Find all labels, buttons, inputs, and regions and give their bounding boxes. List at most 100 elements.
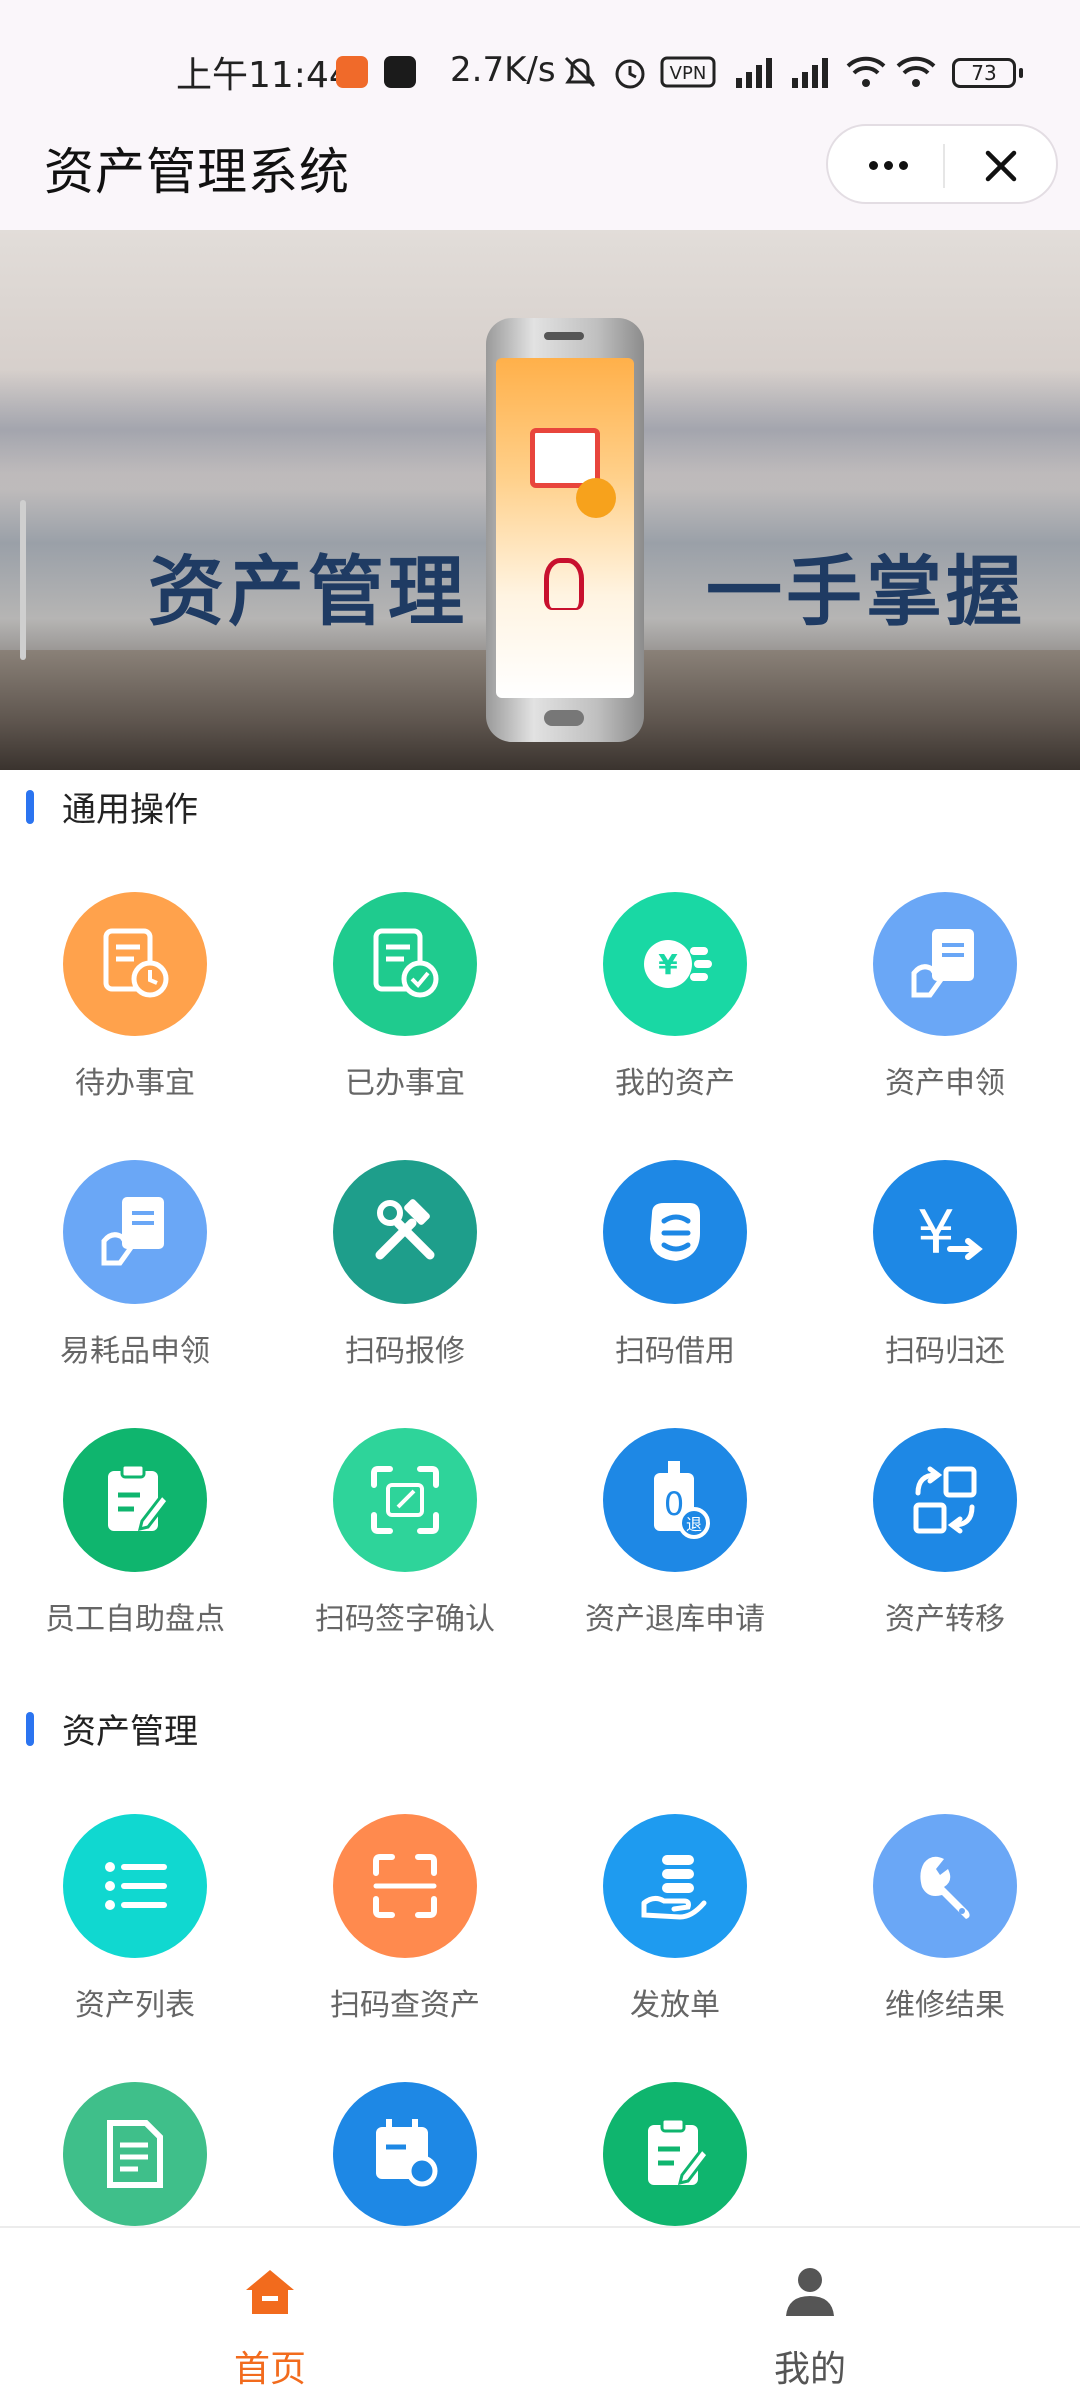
capsule-divider [943,144,945,188]
network-speed: 2.7K/s [450,50,556,90]
grid-item-scan-repair[interactable]: 扫码报修 [270,1160,540,1420]
grid-item-repair-result[interactable]: 维修结果 [810,1814,1080,2074]
tab-mine[interactable]: 我的 [540,2228,1080,2400]
todo-doc-clock-icon [63,892,207,1036]
grid-item-issue-order[interactable]: 发放单 [540,1814,810,2074]
close-button[interactable] [968,140,1034,192]
done-doc-check-icon [333,892,477,1036]
home-icon [246,2270,294,2314]
section-header-asset-management: 资产管理 [26,1704,198,1753]
hand-coin-icon [603,1160,747,1304]
grid-item-done[interactable]: 已办事宜 [270,892,540,1152]
grid-item-todo[interactable]: 待办事宜 [0,892,270,1152]
scan-frame-icon [333,1814,477,1958]
tag-return-icon: 0退 [603,1428,747,1572]
scan-sign-icon [333,1428,477,1572]
status-time: 上午11:44 [176,55,352,96]
battery-indicator: 73 [952,58,1023,88]
vpn-icon: VPN [660,56,716,88]
list-icon [63,1814,207,1958]
banner-text-right: 一手掌握 [706,547,1026,636]
section-title: 资产管理 [62,1712,198,1752]
grid-item-label: 资产申领 [885,1066,1005,1101]
svg-text:¥: ¥ [917,1198,955,1268]
more-button[interactable] [858,142,918,188]
mini-program-titlebar: 资产管理系统 [0,110,1080,230]
close-icon [985,150,1017,182]
tab-home[interactable]: 首页 [0,2228,540,2400]
grid-item-label: 扫码查资产 [330,1988,480,2023]
wifi-icon [846,56,886,87]
grid-item-asset-transfer[interactable]: 资产转移 [810,1428,1080,1688]
grid-item-label: 已办事宜 [345,1066,465,1101]
hand-stack-icon [603,1814,747,1958]
grid-item-my-assets[interactable]: ¥ 我的资产 [540,892,810,1152]
grid-item-label: 我的资产 [615,1066,735,1101]
page-title: 资产管理系统 [44,143,350,201]
tab-mine-label: 我的 [773,2349,846,2390]
grid-item-scan-borrow[interactable]: 扫码借用 [540,1160,810,1420]
grid-item-return-apply[interactable]: 0退 资产退库申请 [540,1428,810,1688]
capsule-menu [826,124,1058,204]
grid-item-label: 扫码归还 [885,1334,1005,1369]
hammer-wrench-icon [333,1160,477,1304]
status-bar: 上午11:44 2.7K/s VPN 73 [0,0,1080,110]
coins-icon [576,478,616,518]
grid-item-asset-apply[interactable]: 资产申领 [810,892,1080,1152]
grid-item-label: 维修结果 [885,1988,1005,2023]
grid-item-consumable-apply[interactable]: 易耗品申领 [0,1160,270,1420]
grid-item-scan-return[interactable]: ¥ 扫码归还 [810,1160,1080,1420]
grid-item-label: 资产列表 [75,1988,195,2023]
grid-item-label: 资产退库申请 [585,1602,765,1637]
tab-home-label: 首页 [233,2349,306,2390]
clipboard-pen-icon [603,2082,747,2226]
app-logo-icon [544,558,584,610]
more-dot [898,160,908,170]
grid-item-label: 待办事宜 [75,1066,195,1101]
yen-coins-icon: ¥ [603,892,747,1036]
phone-camera [544,332,584,340]
wifi-icon-2 [896,56,936,87]
wrench-icon [873,1814,1017,1958]
more-dot [883,160,893,170]
section-accent-bar [26,1711,34,1746]
bottom-tab-bar: 首页 我的 [0,2226,1080,2400]
grid-item-scan-sign[interactable]: 扫码签字确认 [270,1428,540,1688]
hand-document-icon [63,1160,207,1304]
section-header-common: 通用操作 [26,782,198,831]
grid-item-scan-asset[interactable]: 扫码查资产 [270,1814,540,2074]
alarm-icon [615,59,645,89]
grid-item-label: 资产转移 [885,1602,1005,1637]
svg-text:退: 退 [686,1515,702,1534]
app-notification-icon-2 [384,56,416,88]
calendar-gear-icon [333,2082,477,2226]
grid-item-label: 易耗品申领 [60,1334,210,1369]
section-accent-bar [26,789,34,824]
phone-home-button [544,710,584,726]
section-title: 通用操作 [62,790,198,830]
grid-item-self-inventory[interactable]: 员工自助盘点 [0,1428,270,1688]
grid-item-label: 扫码签字确认 [315,1602,495,1637]
yen-arrow-icon: ¥ [873,1160,1017,1304]
document-icon [63,2082,207,2226]
user-icon [786,2268,834,2316]
grid-item-asset-list[interactable]: 资产列表 [0,1814,270,2074]
grid-item-label: 发放单 [630,1988,720,2023]
app-notification-icon [336,56,368,88]
grid-item-label: 员工自助盘点 [45,1602,225,1637]
banner-phone-illustration [486,318,644,742]
grid-item-label: 扫码报修 [345,1334,465,1369]
signal-icon-2 [792,58,828,88]
svg-text:VPN: VPN [670,63,707,84]
grid-item-label: 扫码借用 [615,1334,735,1369]
hand-document-icon [873,892,1017,1036]
signal-icon [736,58,772,88]
svg-text:¥: ¥ [658,948,678,981]
banner-image[interactable]: 资产管理 一手掌握 [0,230,1080,770]
more-dot [868,160,878,170]
banner-text-left: 资产管理 [148,547,468,636]
banner-scroll-indicator [20,500,26,660]
phone-screen [496,358,634,698]
transfer-icon [873,1428,1017,1572]
mute-bell-icon [564,56,596,88]
